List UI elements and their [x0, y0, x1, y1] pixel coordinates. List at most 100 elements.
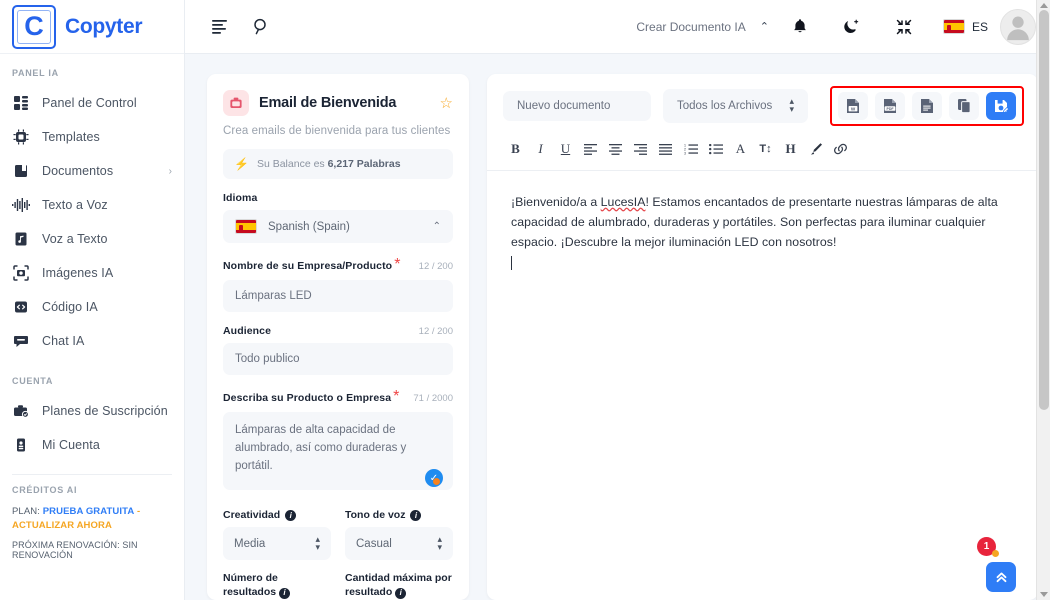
- audience-input[interactable]: [223, 343, 453, 375]
- plan-value: PRUEBA GRATUITA: [42, 506, 135, 517]
- editor-toolbar-top: Nuevo documento Todos los Archivos ▴ ▾ W …: [487, 74, 1038, 134]
- info-icon[interactable]: i: [279, 587, 291, 599]
- creativity-tone-row: Creatividad i Media ▴ ▾ Tono de voz i Ca…: [223, 509, 453, 561]
- description-textarea[interactable]: Lámparas de alta capacidad de alumbrado,…: [223, 412, 453, 490]
- briefcase-check-icon: [12, 402, 30, 420]
- search-icon[interactable]: [246, 12, 276, 42]
- waveform-icon: [12, 196, 30, 214]
- highlight-button[interactable]: [803, 138, 828, 160]
- menu-align-left-icon[interactable]: [205, 12, 235, 42]
- link-button[interactable]: [828, 138, 853, 160]
- italic-button[interactable]: I: [528, 138, 553, 160]
- sidebar-item-planes-de-suscripcion[interactable]: Planes de Suscripción: [0, 394, 184, 428]
- grammarly-check-icon[interactable]: ✓: [425, 469, 443, 487]
- info-icon[interactable]: i: [410, 509, 422, 521]
- export-actions-group: W PDF: [830, 86, 1024, 126]
- export-pdf-button[interactable]: PDF: [875, 92, 905, 120]
- collapse-icon[interactable]: [889, 12, 919, 42]
- sidebar-item-label: Planes de Suscripción: [42, 404, 168, 418]
- results-label: Número de resultados: [223, 572, 278, 598]
- scroll-up-arrow-icon[interactable]: [1040, 3, 1048, 8]
- create-document-link[interactable]: Crear Documento IA: [636, 20, 745, 34]
- sidebar-nav: PANEL IA Panel de Control Templates Docu…: [0, 54, 184, 600]
- sidebar-item-codigo-ia[interactable]: Código IA: [0, 290, 184, 324]
- creativity-select[interactable]: Media ▴ ▾: [223, 527, 331, 561]
- language-select[interactable]: Spanish (Spain) ⌃: [223, 210, 453, 243]
- balance-banner: ⚡ Su Balance es 6,217 Palabras: [223, 149, 453, 179]
- sidebar-item-label: Texto a Voz: [42, 198, 108, 212]
- sidebar-item-panel-de-control[interactable]: Panel de Control: [0, 86, 184, 120]
- content-area: Email de Bienvenida ☆ Crea emails de bie…: [185, 54, 1050, 600]
- editor-panel: Nuevo documento Todos los Archivos ▴ ▾ W …: [487, 74, 1038, 600]
- align-justify-button[interactable]: [653, 138, 678, 160]
- svg-text:PDF: PDF: [887, 107, 895, 111]
- ordered-list-button[interactable]: 123: [678, 138, 703, 160]
- brand-name: Copyter: [65, 14, 143, 38]
- sidebar-item-imagenes-ia[interactable]: Imágenes IA: [0, 256, 184, 290]
- camera-icon: [12, 264, 30, 282]
- unordered-list-button[interactable]: [703, 138, 728, 160]
- chevron-up-icon: ⌃: [432, 221, 441, 232]
- chat-icon: [12, 332, 30, 350]
- app-root: C Copyter PANEL IA Panel de Control Temp…: [0, 0, 1050, 600]
- font-size-button[interactable]: T↕: [753, 138, 778, 160]
- copy-button[interactable]: [949, 92, 979, 120]
- info-icon[interactable]: i: [395, 587, 407, 599]
- scrollbar-thumb[interactable]: [1039, 10, 1049, 410]
- results-label-wrap: Número de resultados i: [223, 572, 331, 599]
- align-center-button[interactable]: [603, 138, 628, 160]
- brand-mark-icon: C: [12, 4, 56, 49]
- brand-letter: C: [24, 11, 44, 41]
- file-filter-label: Todos los Archivos: [677, 100, 773, 112]
- scroll-down-arrow-icon[interactable]: [1040, 592, 1048, 597]
- company-name-label: Nombre de su Empresa/Producto: [223, 260, 393, 272]
- tone-select[interactable]: Casual ▴ ▾: [345, 527, 453, 561]
- description-label: Describa su Producto o Empresa: [223, 392, 392, 404]
- bold-button[interactable]: B: [503, 138, 528, 160]
- star-icon[interactable]: ☆: [440, 94, 453, 112]
- browser-scrollbar[interactable]: [1036, 0, 1050, 600]
- export-text-button[interactable]: [912, 92, 942, 120]
- export-word-button[interactable]: W: [838, 92, 868, 120]
- required-asterisk: *: [393, 388, 400, 405]
- scroll-to-top-button[interactable]: [986, 562, 1016, 592]
- sidebar-item-templates[interactable]: Templates: [0, 120, 184, 154]
- chip-icon: [12, 128, 30, 146]
- document-text: ¡Bienvenido/a a LucesIA! Estamos encanta…: [511, 193, 1014, 253]
- upgrade-link[interactable]: ACTUALIZAR AHORA: [12, 520, 112, 531]
- heading-button[interactable]: H: [778, 138, 803, 160]
- bell-icon[interactable]: [785, 12, 815, 42]
- sidebar-item-voz-a-texto[interactable]: Voz a Texto: [0, 222, 184, 256]
- align-left-button[interactable]: [578, 138, 603, 160]
- briefcase-icon: [223, 90, 249, 116]
- text-caret: [511, 255, 512, 270]
- underline-button[interactable]: U: [553, 138, 578, 160]
- company-name-input[interactable]: [223, 280, 453, 312]
- notification-badge[interactable]: 1: [977, 537, 999, 557]
- template-title: Email de Bienvenida: [259, 95, 397, 111]
- creativity-value: Media: [234, 537, 266, 550]
- brand-logo[interactable]: C Copyter: [0, 0, 184, 54]
- sidebar-item-documentos[interactable]: Documentos ›: [0, 154, 184, 188]
- align-right-button[interactable]: [628, 138, 653, 160]
- language-label: Idioma: [223, 192, 258, 204]
- file-filter-select[interactable]: Todos los Archivos ▴ ▾: [663, 89, 808, 123]
- avatar[interactable]: [1000, 8, 1036, 45]
- chevron-up-icon[interactable]: ⌃: [750, 20, 785, 33]
- svg-text:W: W: [851, 106, 856, 111]
- info-icon[interactable]: i: [285, 509, 297, 521]
- save-document-button[interactable]: [986, 92, 1016, 120]
- language-switcher[interactable]: ES: [942, 19, 1000, 34]
- tone-label-wrap: Tono de voz i: [345, 509, 453, 521]
- template-form-panel: Email de Bienvenida ☆ Crea emails de bie…: [207, 74, 469, 600]
- moon-icon[interactable]: [837, 12, 867, 42]
- results-row: Número de resultados i Cantidad máxima p…: [223, 572, 453, 599]
- max-length-field: Cantidad máxima por resultado i: [345, 572, 453, 599]
- sidebar-item-chat-ia[interactable]: Chat IA: [0, 324, 184, 358]
- sidebar-item-mi-cuenta[interactable]: Mi Cuenta: [0, 428, 184, 462]
- sidebar-item-texto-a-voz[interactable]: Texto a Voz: [0, 188, 184, 222]
- document-editor[interactable]: ¡Bienvenido/a a LucesIA! Estamos encanta…: [487, 171, 1038, 600]
- font-family-button[interactable]: A: [728, 138, 753, 160]
- topbar: Crear Documento IA ⌃ ES: [185, 0, 1050, 54]
- new-document-button[interactable]: Nuevo documento: [503, 91, 651, 121]
